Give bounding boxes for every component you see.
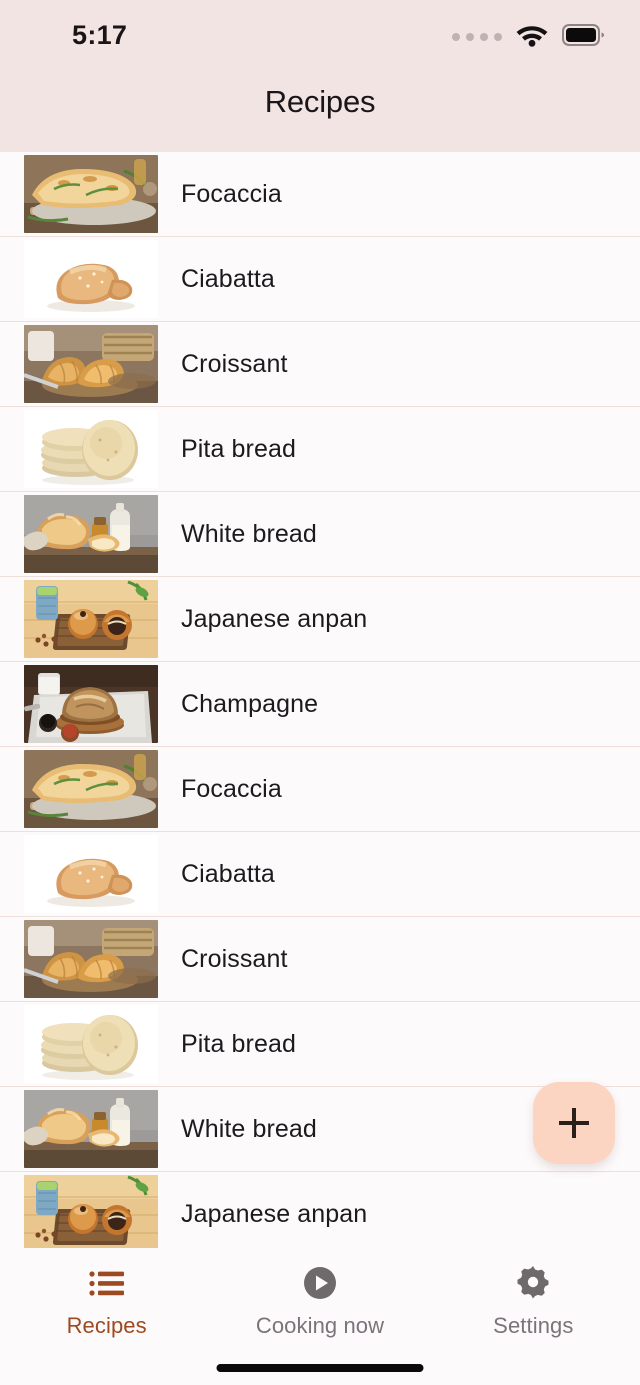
recipe-row-label: Champagne xyxy=(181,689,319,718)
recipe-row-label: White bread xyxy=(181,519,317,548)
tab-cooking-now-label: Cooking now xyxy=(255,1313,385,1338)
champagne-thumb xyxy=(24,665,158,743)
app-screen: 5:17 Recipes Focaccia Ciabatta Croissant… xyxy=(0,0,640,1385)
recipe-row-label: White bread xyxy=(181,1114,317,1143)
japanese-anpan-thumb xyxy=(24,1175,158,1248)
add-recipe-button[interactable] xyxy=(533,1082,615,1164)
recipe-row-label: Ciabatta xyxy=(181,264,275,293)
tab-settings[interactable]: Settings xyxy=(427,1248,640,1385)
recipe-row[interactable]: White bread xyxy=(0,492,640,577)
focaccia-thumb xyxy=(24,750,158,828)
recipe-row-label: Focaccia xyxy=(181,774,282,803)
recipe-row[interactable]: Champagne xyxy=(0,662,640,747)
recipe-row[interactable]: Pita bread xyxy=(0,407,640,492)
croissant-thumb xyxy=(24,920,158,998)
navigation-header: 5:17 Recipes xyxy=(0,0,640,152)
gear-icon xyxy=(513,1264,553,1302)
recipe-row[interactable]: Ciabatta xyxy=(0,237,640,322)
recipe-row-label: Ciabatta xyxy=(181,859,275,888)
list-icon xyxy=(87,1264,127,1302)
recipe-row[interactable]: Croissant xyxy=(0,322,640,407)
white-bread-thumb xyxy=(24,495,158,573)
page-title: Recipes xyxy=(264,84,376,119)
pita-bread-thumb xyxy=(24,1005,158,1083)
recipe-row-label: Croissant xyxy=(181,944,288,973)
recipe-row[interactable]: Focaccia xyxy=(0,747,640,832)
tab-recipes[interactable]: Recipes xyxy=(0,1248,213,1385)
recipe-row[interactable]: Japanese anpan xyxy=(0,1172,640,1248)
ciabatta-thumb xyxy=(24,835,158,913)
home-indicator xyxy=(216,1364,424,1372)
recipe-row[interactable]: Pita bread xyxy=(0,1002,640,1087)
japanese-anpan-thumb xyxy=(24,580,158,658)
recipe-row-label: Focaccia xyxy=(181,179,282,208)
plus-icon xyxy=(559,1108,589,1138)
tab-settings-label: Settings xyxy=(493,1313,574,1338)
recipe-row-label: Croissant xyxy=(181,349,288,378)
ciabatta-thumb xyxy=(24,240,158,318)
recipe-row-label: Pita bread xyxy=(181,1029,296,1058)
recipe-row-label: Japanese anpan xyxy=(181,1199,368,1228)
recipe-row[interactable]: Ciabatta xyxy=(0,832,640,917)
white-bread-thumb xyxy=(24,1090,158,1168)
recipe-row-label: Pita bread xyxy=(181,434,296,463)
recipe-row-label: Japanese anpan xyxy=(181,604,368,633)
tab-recipes-label: Recipes xyxy=(66,1313,147,1338)
recipe-row[interactable]: Focaccia xyxy=(0,152,640,237)
play-circle-icon xyxy=(300,1264,340,1302)
croissant-thumb xyxy=(24,325,158,403)
recipe-row[interactable]: Croissant xyxy=(0,917,640,1002)
focaccia-thumb xyxy=(24,155,158,233)
recipe-list[interactable]: Focaccia Ciabatta Croissant Pita bread W… xyxy=(0,152,640,1248)
pita-bread-thumb xyxy=(24,410,158,488)
recipe-row[interactable]: Japanese anpan xyxy=(0,577,640,662)
